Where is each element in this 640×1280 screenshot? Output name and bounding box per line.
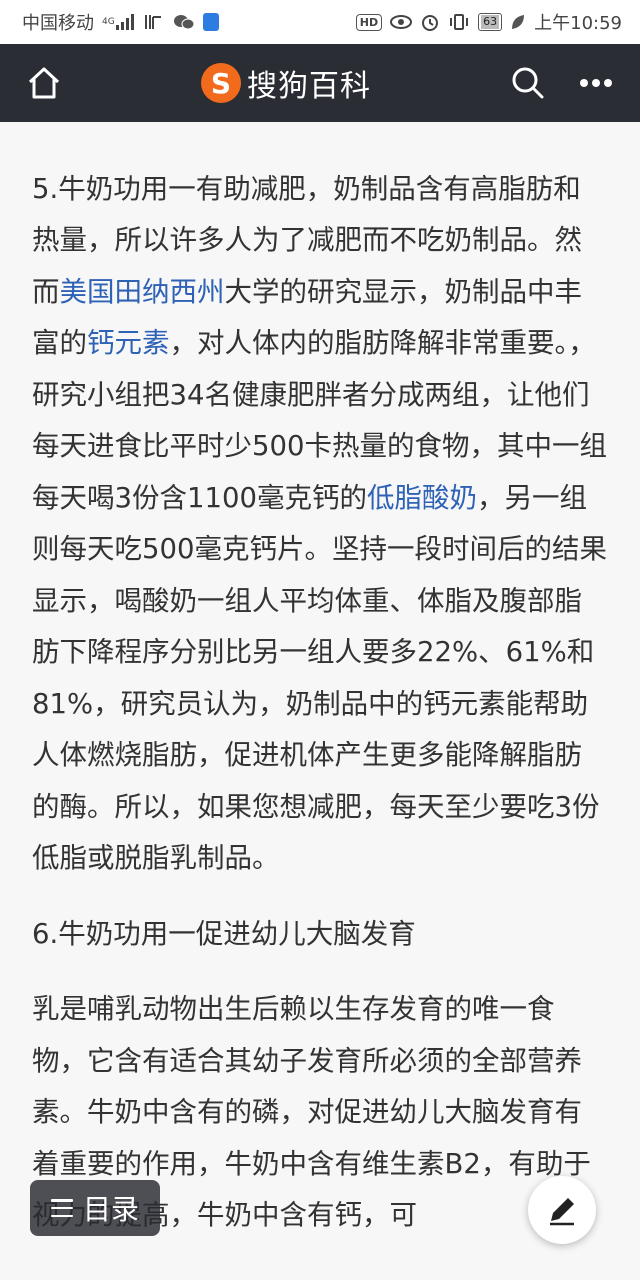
link-tennessee[interactable]: 美国田纳西州: [60, 276, 225, 308]
brand-title: 搜狗百科: [247, 69, 371, 104]
pencil-icon: [550, 1198, 574, 1226]
brand[interactable]: S 搜狗百科: [201, 61, 371, 105]
shield-icon: [202, 13, 219, 31]
speaker-icon: [143, 13, 165, 31]
toc-button[interactable]: 目录: [30, 1180, 160, 1236]
app-header: S 搜狗百科: [0, 44, 640, 122]
vibrate-icon: [448, 13, 470, 31]
search-button[interactable]: [506, 61, 550, 105]
hd-icon: HD: [355, 13, 383, 31]
status-bar: 中国移动 4G HD 63 上午10:59: [0, 0, 640, 44]
edit-button[interactable]: [528, 1176, 596, 1244]
leaf-icon: [510, 13, 526, 31]
clock: 上午10:59: [534, 13, 622, 34]
battery-icon: 63: [478, 13, 503, 31]
wechat-icon: [173, 13, 195, 31]
section-heading-6: 6.牛奶功用一促进幼儿大脑发育: [32, 917, 416, 950]
more-icon: [580, 79, 612, 87]
carrier-label: 中国移动: [22, 13, 94, 34]
alarm-icon: [420, 12, 440, 32]
search-icon: [512, 67, 544, 99]
link-lowfat-yogurt[interactable]: 低脂酸奶: [367, 482, 477, 514]
sogou-logo: S: [201, 63, 241, 103]
toc-label: 目录: [82, 1193, 139, 1226]
more-button[interactable]: [574, 61, 618, 105]
signal-icon: 4G: [102, 14, 135, 30]
link-calcium[interactable]: 钙元素: [87, 327, 170, 359]
paragraph-fragment: 的成分。: [32, 122, 608, 137]
paragraph-5: 5.牛奶功用一有助减肥，奶制品含有高脂肪和热量，所以许多人为了减肥而不吃奶制品。…: [32, 172, 607, 875]
eye-icon: [390, 14, 413, 30]
article-content: 的成分。 5.牛奶功用一有助减肥，奶制品含有高脂肪和热量，所以许多人为了减肥而不…: [0, 122, 640, 1280]
home-button[interactable]: [22, 61, 66, 105]
menu-icon: [50, 1199, 73, 1217]
home-icon: [28, 67, 60, 99]
